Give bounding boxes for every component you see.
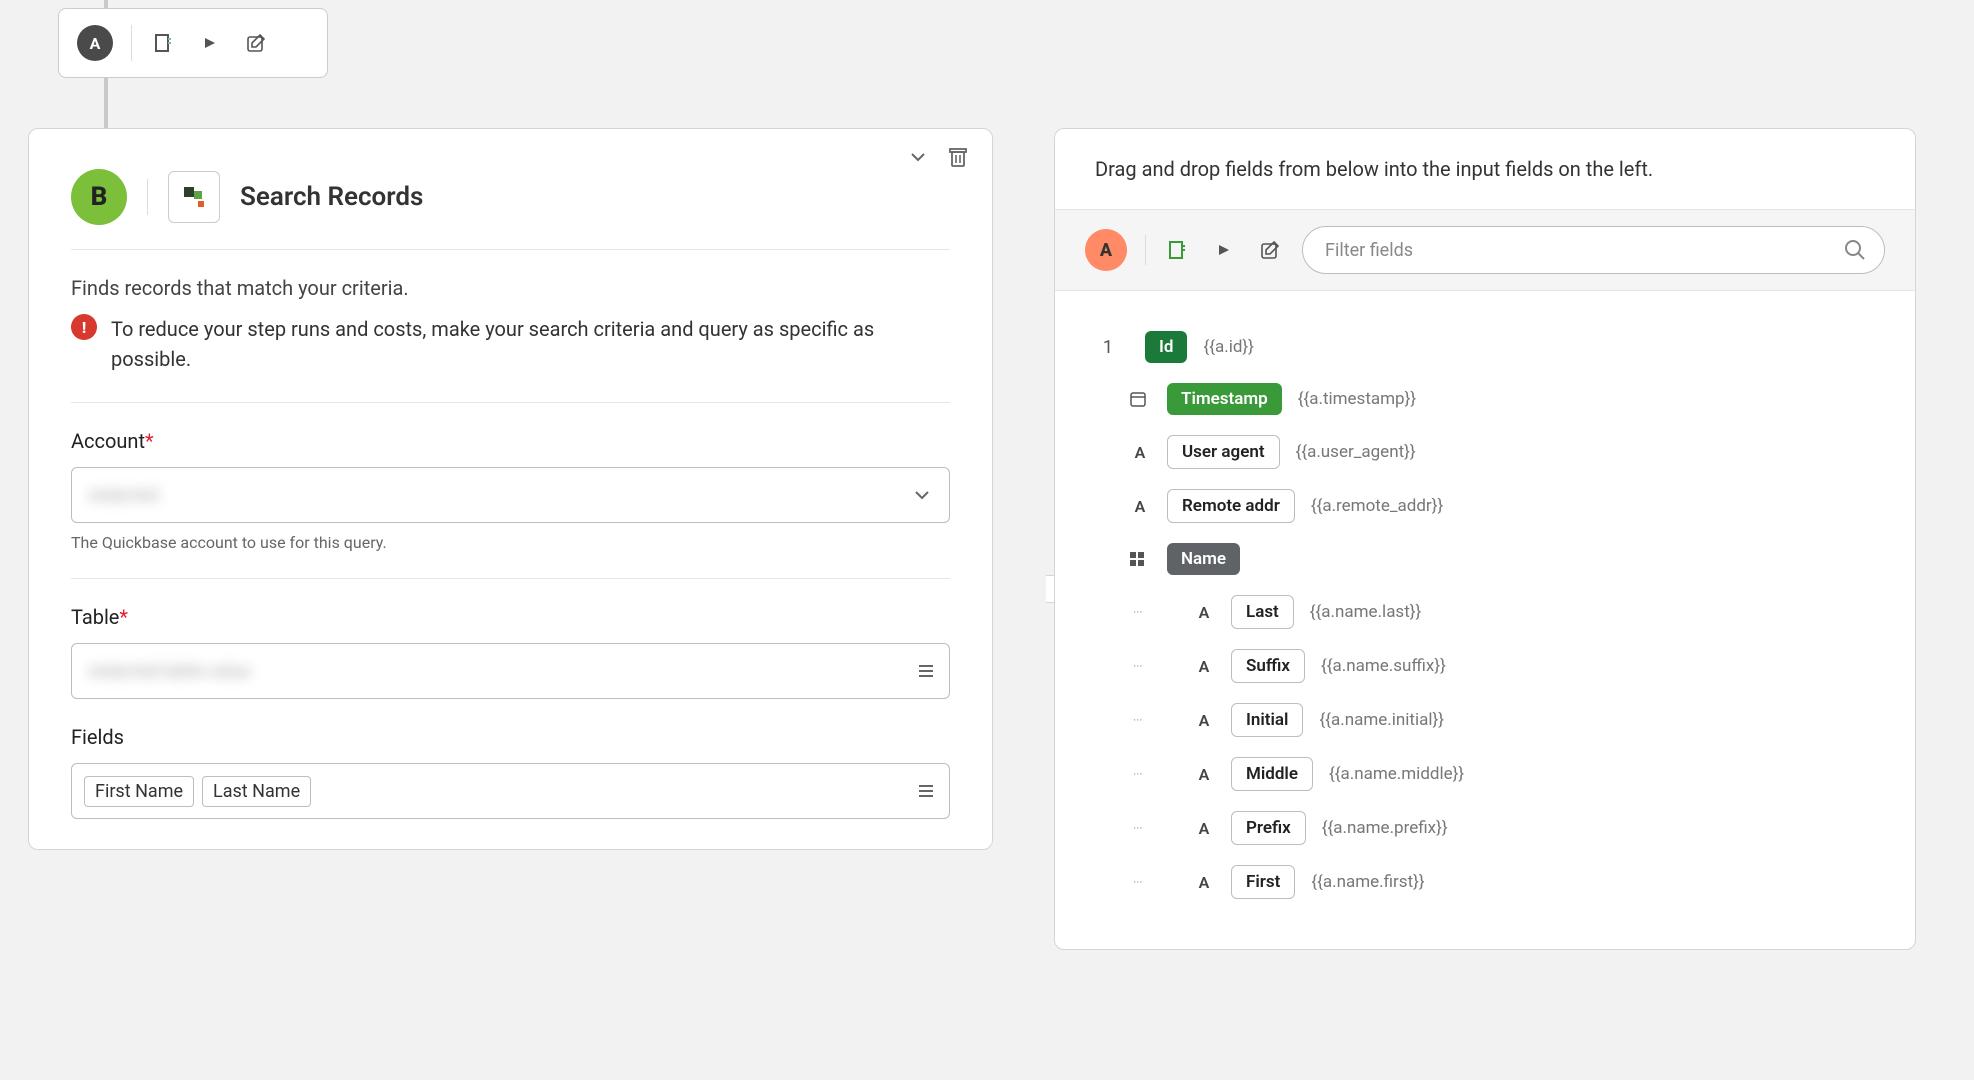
field-pill[interactable]: Suffix [1231, 649, 1305, 683]
field-type-icon: A [1193, 819, 1215, 838]
field-chip[interactable]: Last Name [202, 776, 311, 807]
field-expression: {{a.user_agent}} [1296, 442, 1416, 462]
field-expression: {{a.name.prefix}} [1322, 818, 1448, 838]
fields-picker-panel: Drag and drop fields from below into the… [1054, 128, 1916, 950]
field-row[interactable]: Name [1095, 533, 1875, 585]
field-pill[interactable]: First [1231, 865, 1295, 899]
field-type-icon: A [1193, 657, 1215, 676]
fields-list: 1 Id {{a.id}} Timestamp {{a.timestamp}} A User… [1055, 291, 1915, 949]
trash-icon[interactable] [944, 143, 972, 171]
divider [131, 25, 132, 61]
tree-notch: ··· [1133, 821, 1143, 835]
account-value: redacted [88, 485, 158, 506]
warning-icon: ! [71, 314, 97, 340]
chevron-down-icon [913, 486, 931, 504]
source-badge-a: A [1085, 229, 1127, 271]
field-type-icon: A [1193, 873, 1215, 892]
field-row[interactable]: ··· A Middle {{a.name.middle}} [1133, 747, 1875, 801]
field-row[interactable]: ··· A First {{a.name.first}} [1133, 855, 1875, 909]
divider [147, 179, 148, 215]
edit-icon[interactable] [242, 29, 270, 57]
account-select[interactable]: redacted [71, 467, 950, 523]
field-expression: {{a.name.suffix}} [1321, 656, 1446, 676]
collapse-icon[interactable] [904, 143, 932, 171]
quickbase-app-icon [168, 171, 220, 223]
step-config-panel: B Search Records Finds records that matc… [28, 128, 993, 850]
field-pill[interactable]: Timestamp [1167, 383, 1282, 415]
table-input[interactable]: redacted-table-value [71, 643, 950, 699]
required-star: * [145, 429, 154, 453]
fields-label: Fields [71, 725, 950, 749]
field-pill[interactable]: User agent [1167, 435, 1280, 469]
field-type-icon: A [1129, 443, 1151, 462]
field-pill[interactable]: Middle [1231, 757, 1313, 791]
field-pill[interactable]: Last [1231, 595, 1294, 629]
field-row[interactable]: ··· A Suffix {{a.name.suffix}} [1133, 639, 1875, 693]
field-row[interactable]: ··· A Last {{a.name.last}} [1133, 585, 1875, 639]
field-expression: {{a.id}} [1203, 337, 1253, 357]
field-row[interactable]: 1 Id {{a.id}} [1095, 321, 1875, 373]
field-row[interactable]: A User agent {{a.user_agent}} [1095, 425, 1875, 479]
field-type-icon: A [1193, 603, 1215, 622]
warning-row: ! To reduce your step runs and costs, ma… [71, 310, 950, 402]
play-icon[interactable] [196, 29, 224, 57]
field-type-icon: A [1193, 711, 1215, 730]
required-star: * [119, 605, 128, 629]
field-type-icon [1129, 551, 1151, 567]
panel-icon[interactable] [150, 29, 178, 57]
fields-picker-instruction: Drag and drop fields from below into the… [1055, 129, 1915, 209]
field-expression: {{a.name.last}} [1310, 602, 1422, 622]
fields-picker-toolbar: A Filter fields [1055, 209, 1915, 291]
field-expression: {{a.name.initial}} [1319, 710, 1444, 730]
field-row[interactable]: A Remote addr {{a.remote_addr}} [1095, 479, 1875, 533]
account-label: Account* [71, 429, 950, 453]
tree-notch: ··· [1133, 713, 1143, 727]
step-description: Finds records that match your criteria. [71, 276, 950, 300]
field-pill[interactable]: Id [1145, 331, 1187, 363]
account-label-text: Account [71, 429, 145, 453]
table-label-text: Table [71, 605, 119, 629]
field-pill[interactable]: Name [1167, 543, 1240, 575]
field-type-icon: A [1193, 765, 1215, 784]
menu-icon[interactable] [917, 782, 935, 800]
step-badge-b: B [71, 169, 127, 225]
field-row[interactable]: ··· A Prefix {{a.name.prefix}} [1133, 801, 1875, 855]
table-value: redacted-table-value [88, 661, 250, 682]
account-helper: The Quickbase account to use for this qu… [71, 533, 950, 552]
field-row-number: 1 [1095, 337, 1113, 358]
field-type-icon: A [1129, 497, 1151, 516]
field-pill[interactable]: Initial [1231, 703, 1303, 737]
field-pill[interactable]: Prefix [1231, 811, 1306, 845]
warning-text: To reduce your step runs and costs, make… [111, 314, 950, 374]
step-badge-a: A [77, 25, 113, 61]
field-expression: {{a.timestamp}} [1298, 389, 1416, 409]
table-label: Table* [71, 605, 950, 629]
edit-icon[interactable] [1256, 236, 1284, 264]
field-pill[interactable]: Remote addr [1167, 489, 1295, 523]
field-type-icon [1129, 390, 1151, 408]
panel-icon[interactable] [1164, 236, 1192, 264]
node-a-toolbar: A [58, 8, 328, 78]
field-chip[interactable]: First Name [84, 776, 194, 807]
fields-input[interactable]: First Name Last Name [71, 763, 950, 819]
field-expression: {{a.remote_addr}} [1311, 496, 1443, 516]
field-row[interactable]: Timestamp {{a.timestamp}} [1095, 373, 1875, 425]
menu-icon[interactable] [917, 662, 935, 680]
tree-notch: ··· [1133, 659, 1143, 673]
step-title: Search Records [240, 182, 423, 212]
filter-placeholder: Filter fields [1325, 240, 1413, 261]
field-row[interactable]: ··· A Initial {{a.name.initial}} [1133, 693, 1875, 747]
divider [1145, 235, 1146, 265]
tree-notch: ··· [1133, 875, 1143, 889]
field-expression: {{a.name.middle}} [1329, 764, 1464, 784]
search-icon [1844, 239, 1866, 261]
tree-notch: ··· [1133, 605, 1143, 619]
tree-notch: ··· [1133, 767, 1143, 781]
play-icon[interactable] [1210, 236, 1238, 264]
filter-fields-input[interactable]: Filter fields [1302, 226, 1885, 274]
field-expression: {{a.name.first}} [1311, 872, 1424, 892]
